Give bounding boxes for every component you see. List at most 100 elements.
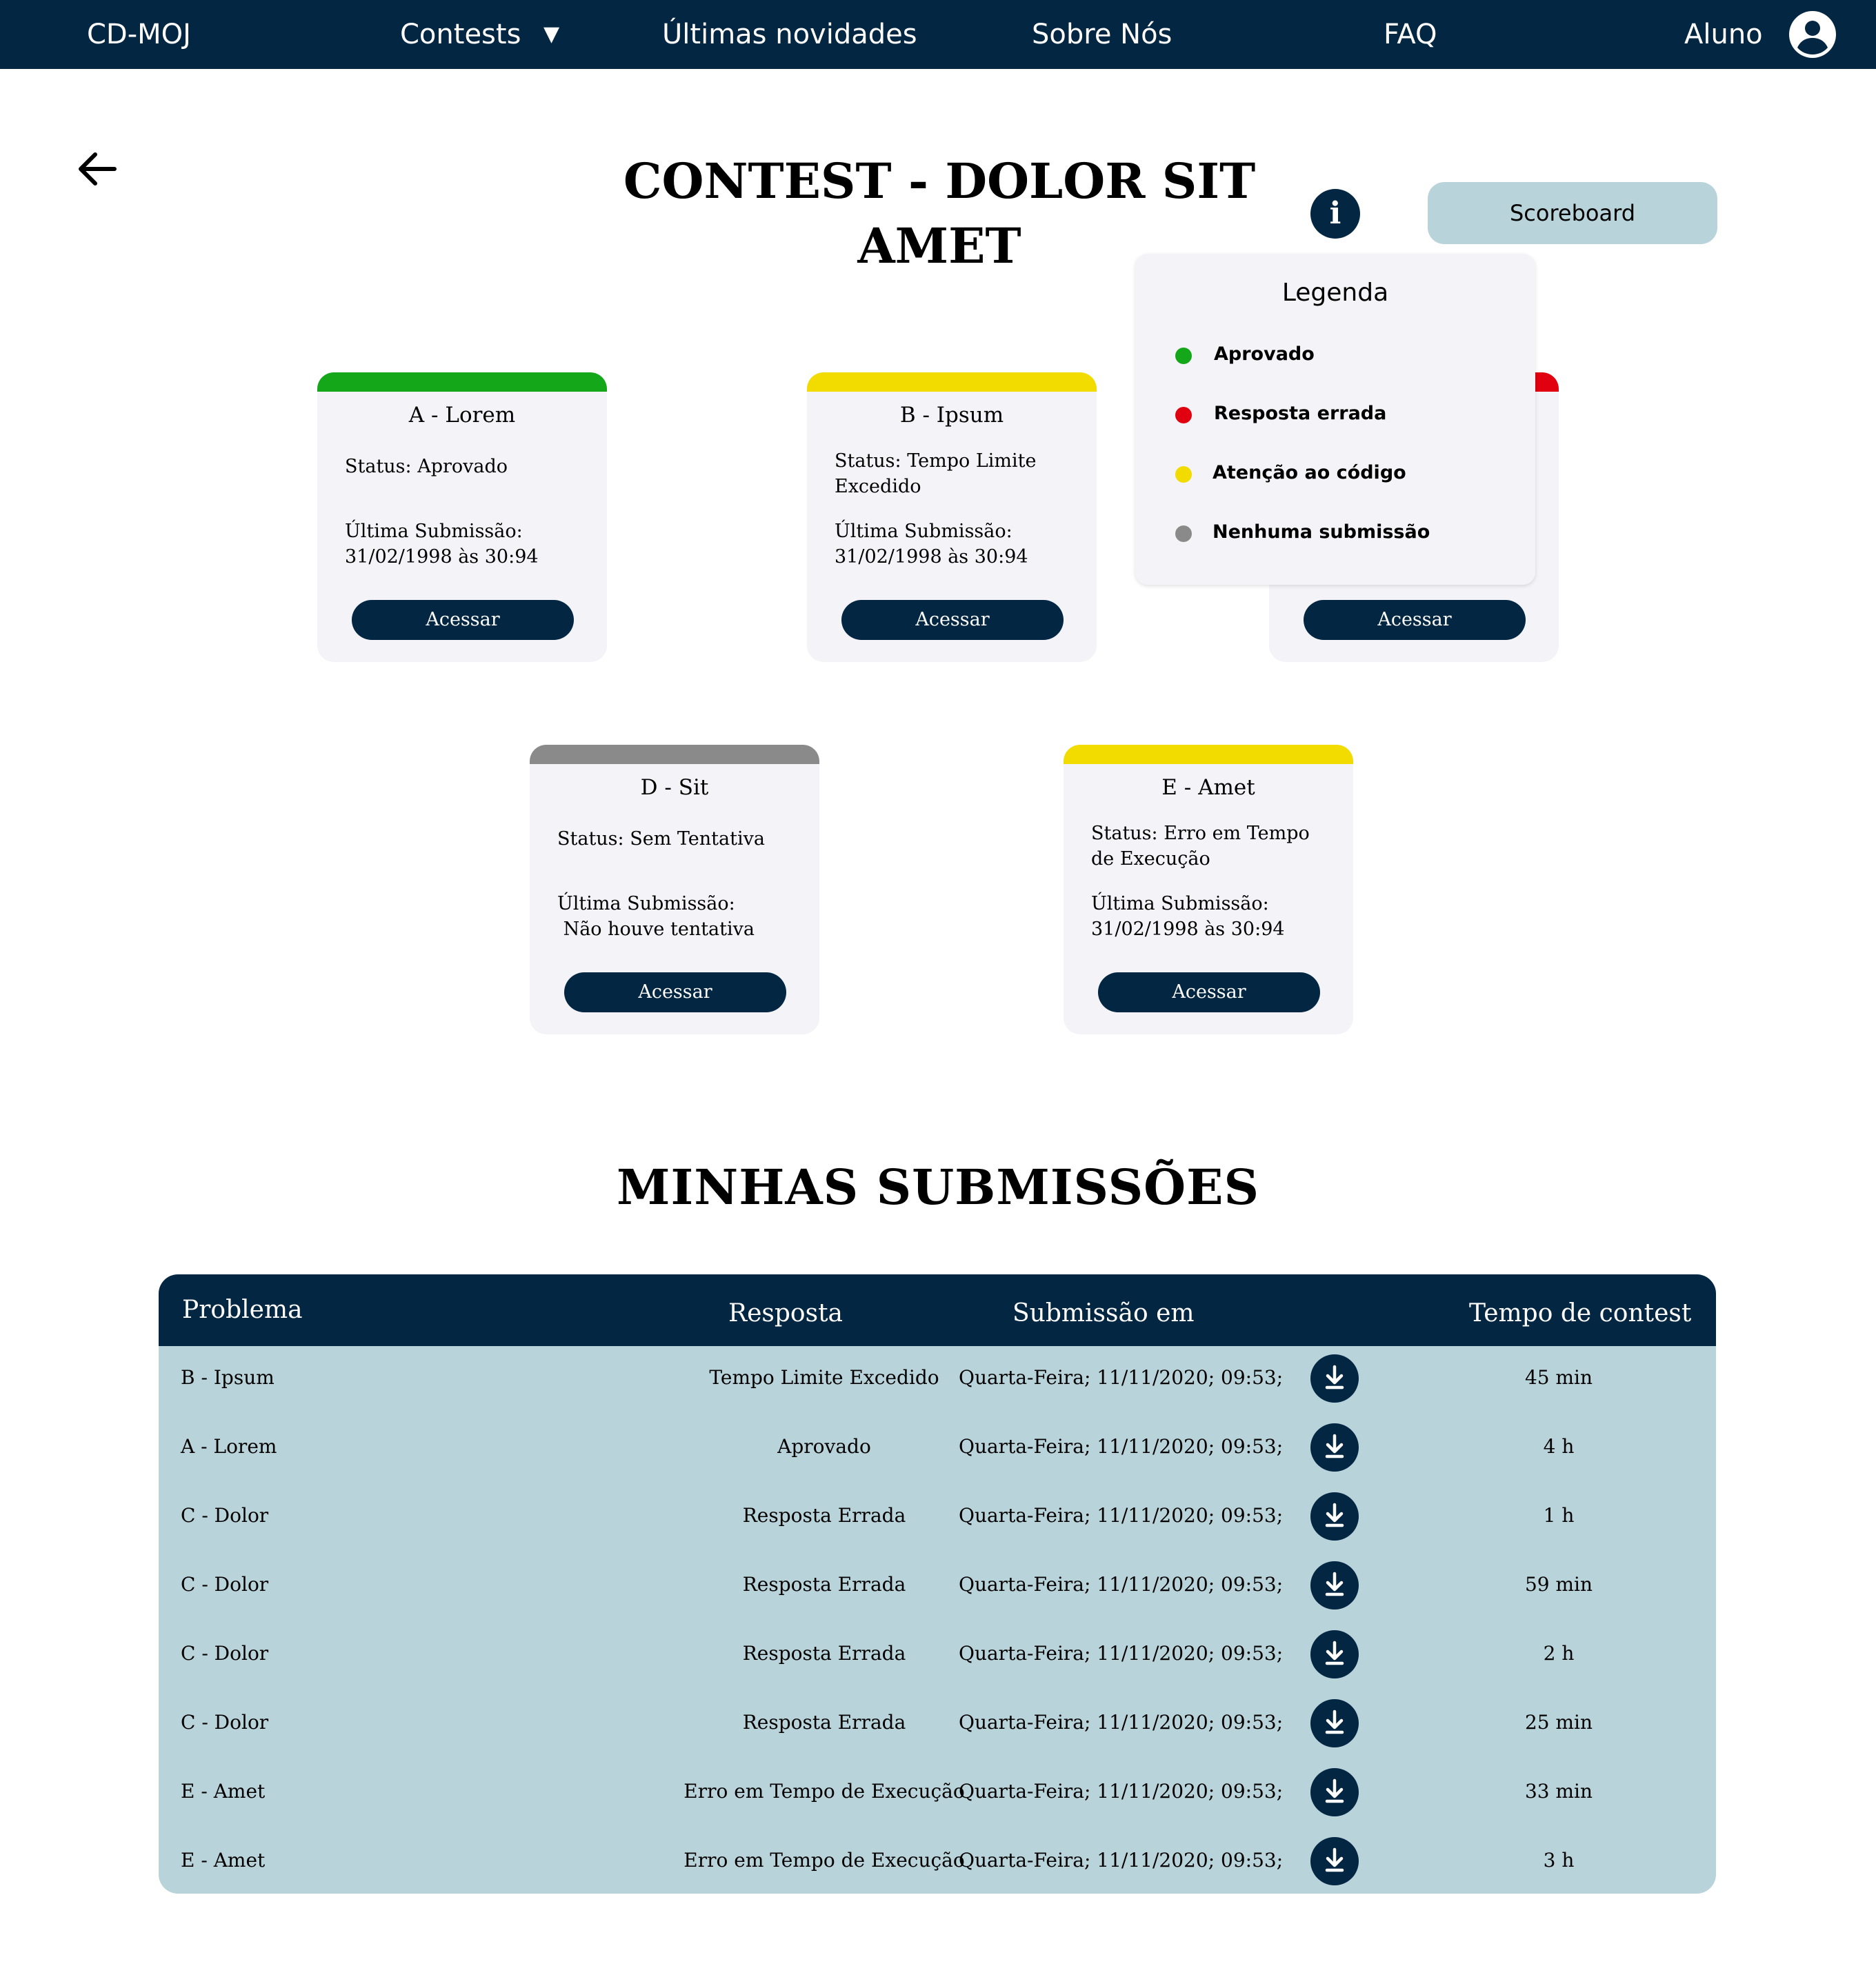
page-title-line-1: CONTEST - DOLOR SIT (623, 152, 1256, 210)
access-button[interactable]: Acessar (352, 600, 574, 640)
cell-problem: E - Amet (181, 1780, 266, 1803)
cell-problem: C - Dolor (181, 1573, 269, 1596)
download-icon[interactable] (1310, 1837, 1359, 1885)
cell-time: 25 min (1524, 1711, 1593, 1734)
column-header-answer: Resposta (728, 1299, 844, 1327)
card-status: Status: Tempo Limite Excedido (835, 450, 1037, 497)
problem-card-e: E - Amet Status: Erro em Tempo de Execuç… (1064, 745, 1353, 1034)
last-submission-value: 31/02/1998 às 30:94 (345, 546, 539, 568)
last-submission-label: Última Submissão: (345, 521, 523, 542)
cell-submitted: Quarta-Feira; 11/11/2020; 09:53; (959, 1573, 1284, 1596)
problem-card-d: D - Sit Status: Sem Tentativa Última Sub… (530, 745, 819, 1034)
table-header: Problema Resposta Submissão em Tempo de … (159, 1274, 1716, 1346)
cell-time: 3 h (1543, 1849, 1575, 1872)
cell-problem: A - Lorem (181, 1435, 277, 1458)
last-submission-label: Última Submissão: (835, 521, 1012, 542)
legend-label-approved: Aprovado (1214, 343, 1315, 365)
legend-dot-wrong (1175, 407, 1192, 423)
cell-submitted: Quarta-Feira; 11/11/2020; 09:53; (959, 1780, 1284, 1803)
cell-time: 45 min (1524, 1366, 1593, 1389)
table-row: B - Ipsum Tempo Limite Excedido Quarta-Fei… (159, 1343, 1716, 1412)
cell-submitted: Quarta-Feira; 11/11/2020; 09:53; (959, 1504, 1284, 1527)
last-submission-label: Última Submissão: (1091, 893, 1269, 914)
status-color-bar (530, 745, 819, 764)
table-row: E - Amet Erro em Tempo de Execução Quarta-… (159, 1757, 1716, 1826)
top-navbar: CD-MOJ Contests ▼ Últimas novidades Sobr… (0, 0, 1876, 69)
legend-label-attention: Atenção ao código (1213, 462, 1406, 483)
table-row: C - Dolor Resposta Errada Quarta-Feira; 11… (159, 1481, 1716, 1550)
download-icon[interactable] (1310, 1354, 1359, 1403)
user-name[interactable]: Aluno (1684, 0, 1763, 69)
legend-title: Legenda (1281, 279, 1389, 307)
cell-problem: C - Dolor (181, 1711, 269, 1734)
legend-popover: Legenda Aprovado Resposta errada Atenção… (1135, 254, 1535, 585)
download-icon[interactable] (1310, 1492, 1359, 1541)
info-icon[interactable]: i (1310, 189, 1360, 239)
cell-time: 59 min (1524, 1573, 1593, 1596)
legend-label-wrong: Resposta errada (1214, 403, 1387, 424)
column-header-submitted: Submissão em (1012, 1299, 1195, 1327)
nav-news[interactable]: Últimas novidades (662, 0, 917, 69)
column-header-time: Tempo de contest (1469, 1299, 1692, 1327)
card-last-submission: Última Submissão: 31/02/1998 às 30:94 (345, 519, 586, 570)
cell-problem: B - Ipsum (181, 1366, 275, 1389)
legend-dot-approved (1175, 348, 1192, 364)
submissions-table: Problema Resposta Submissão em Tempo de … (159, 1274, 1716, 1894)
cell-submitted: Quarta-Feira; 11/11/2020; 09:53; (959, 1849, 1284, 1872)
cell-submitted: Quarta-Feira; 11/11/2020; 09:53; (959, 1642, 1284, 1665)
table-row: E - Amet Erro em Tempo de Execução Quarta-… (159, 1826, 1716, 1894)
download-icon[interactable] (1310, 1423, 1359, 1472)
table-row: C - Dolor Resposta Errada Quarta-Feira; 11… (159, 1619, 1716, 1688)
scoreboard-button[interactable]: Scoreboard (1428, 182, 1717, 244)
card-title: D - Sit (640, 775, 709, 800)
access-button[interactable]: Acessar (1304, 600, 1526, 640)
download-icon[interactable] (1310, 1561, 1359, 1610)
download-icon[interactable] (1310, 1768, 1359, 1816)
card-last-submission: Última Submissão: 31/02/1998 às 30:94 (1091, 891, 1333, 942)
submissions-title: MINHAS SUBMISSÕES (616, 1159, 1260, 1216)
cell-submitted: Quarta-Feira; 11/11/2020; 09:53; (959, 1366, 1284, 1389)
column-header-problem: Problema (182, 1296, 303, 1324)
table-row: A - Lorem Aprovado Quarta-Feira; 11/11/202… (159, 1412, 1716, 1481)
brand-link[interactable]: CD-MOJ (87, 0, 191, 69)
legend-label-none: Nenhuma submissão (1213, 521, 1430, 543)
nav-about[interactable]: Sobre Nós (1032, 0, 1172, 69)
download-icon[interactable] (1310, 1630, 1359, 1678)
cell-problem: E - Amet (181, 1849, 266, 1872)
card-status: Status: Erro em Tempo de Execução (1091, 823, 1310, 870)
problem-card-b: B - Ipsum Status: Tempo Limite Excedido … (807, 372, 1097, 662)
table-row: C - Dolor Resposta Errada Quarta-Feira; 11… (159, 1550, 1716, 1619)
cell-submitted: Quarta-Feira; 11/11/2020; 09:53; (959, 1711, 1284, 1734)
access-button[interactable]: Acessar (1098, 972, 1320, 1012)
card-title: A - Lorem (408, 403, 516, 428)
card-last-submission: Última Submissão: Não houve tentativa (557, 891, 799, 942)
problem-card-a: A - Lorem Status: Aprovado Última Submis… (317, 372, 607, 662)
user-avatar-icon[interactable] (1789, 11, 1836, 58)
last-submission-value: 31/02/1998 às 30:94 (1091, 919, 1285, 940)
cell-time: 2 h (1543, 1642, 1575, 1665)
status-color-bar (1064, 745, 1353, 764)
table-row: C - Dolor Resposta Errada Quarta-Feira; 11… (159, 1688, 1716, 1757)
cell-problem: C - Dolor (181, 1642, 269, 1665)
status-color-bar (807, 372, 1097, 392)
last-submission-value: 31/02/1998 às 30:94 (835, 546, 1028, 568)
access-button[interactable]: Acessar (841, 600, 1064, 640)
card-status: Status: Sem Tentativa (557, 828, 765, 850)
last-submission-value: Não houve tentativa (557, 919, 755, 940)
card-title: B - Ipsum (899, 403, 1004, 428)
legend-dot-none (1175, 525, 1192, 542)
last-submission-label: Última Submissão: (557, 893, 735, 914)
nav-faq[interactable]: FAQ (1384, 0, 1437, 69)
chevron-down-icon[interactable]: ▼ (543, 0, 559, 69)
nav-contests[interactable]: Contests (400, 0, 521, 69)
back-arrow-icon[interactable] (74, 146, 120, 192)
cell-submitted: Quarta-Feira; 11/11/2020; 09:53; (959, 1435, 1284, 1458)
card-last-submission: Última Submissão: 31/02/1998 às 30:94 (835, 519, 1076, 570)
download-icon[interactable] (1310, 1699, 1359, 1747)
cell-time: 1 h (1543, 1504, 1575, 1527)
card-status: Status: Aprovado (345, 456, 508, 477)
cell-time: 4 h (1543, 1435, 1575, 1458)
cell-problem: C - Dolor (181, 1504, 269, 1527)
status-color-bar (317, 372, 607, 392)
access-button[interactable]: Acessar (564, 972, 786, 1012)
